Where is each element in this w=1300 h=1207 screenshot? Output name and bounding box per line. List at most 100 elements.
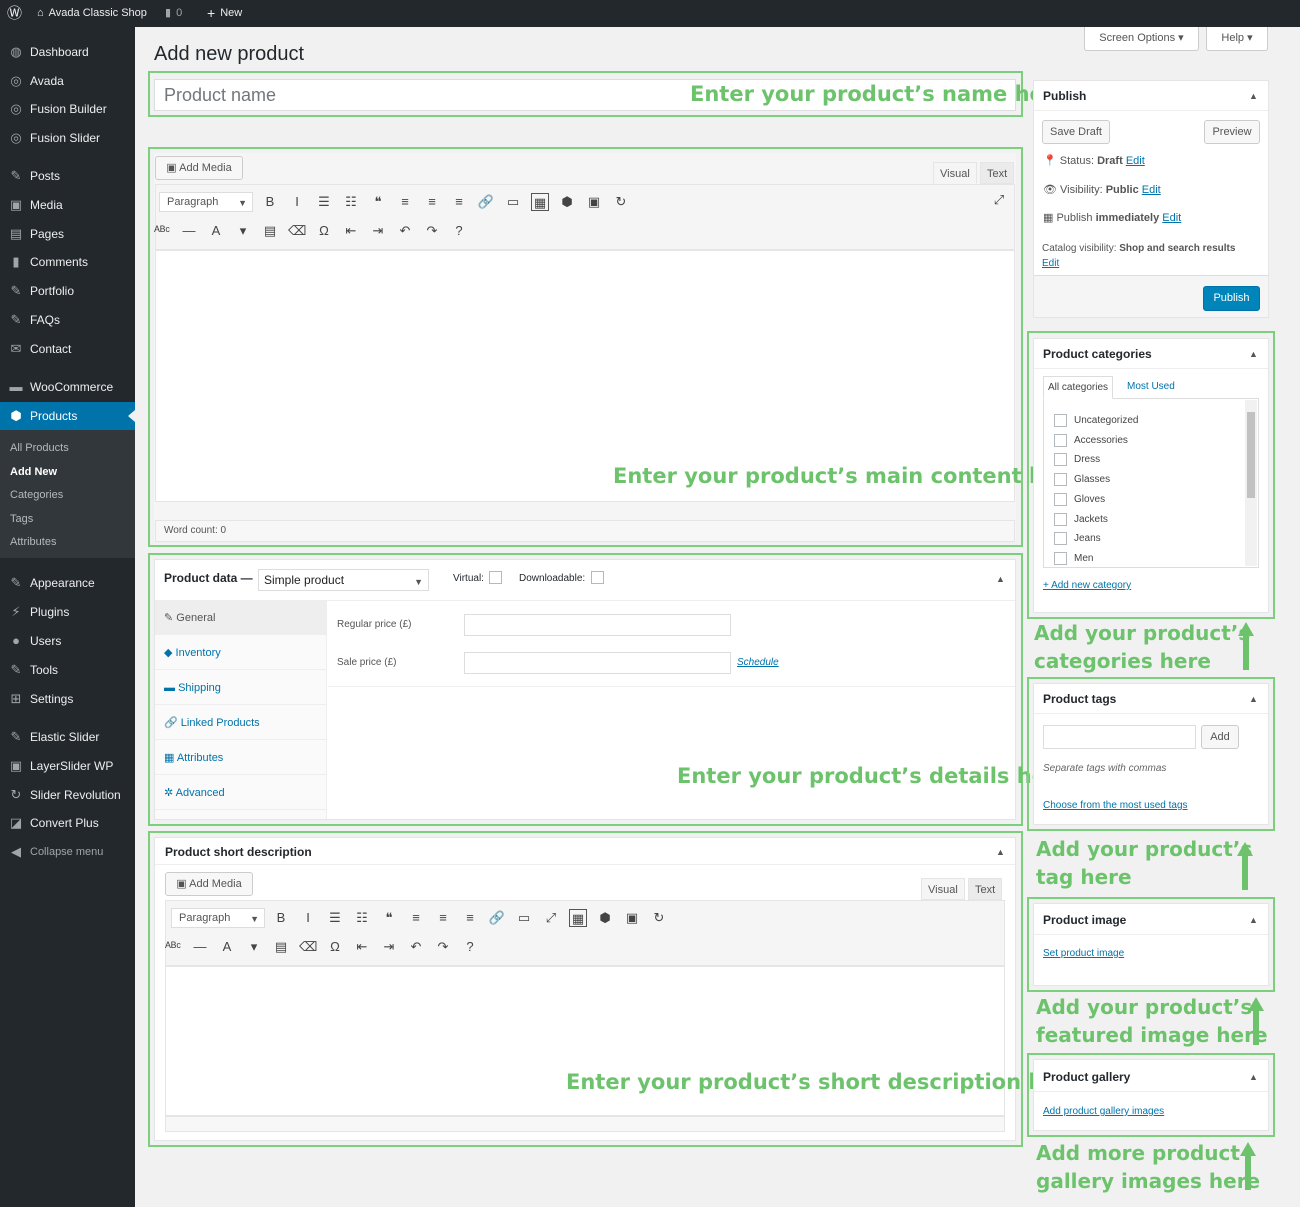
collapse-arrow-icon[interactable]: ▲ <box>1249 915 1258 925</box>
format-select[interactable]: Paragraph ▼ <box>159 192 253 212</box>
fullscreen-icon[interactable]: ⤢ <box>990 191 1008 209</box>
regular-price-input[interactable] <box>464 614 731 636</box>
bold-icon[interactable]: B <box>261 193 279 211</box>
collapse-arrow-icon[interactable]: ▲ <box>1249 349 1258 359</box>
submenu-item-add-new[interactable]: Add New <box>10 462 57 482</box>
tag-input[interactable] <box>1043 725 1196 749</box>
sidebar-item-media[interactable]: ▣ Media <box>0 191 135 219</box>
sidebar-item-products[interactable]: ⬢ Products <box>0 402 135 430</box>
category-checkbox[interactable] <box>1054 512 1067 526</box>
category-checkbox[interactable] <box>1054 433 1067 447</box>
bullet-list-icon[interactable]: ☰ <box>315 193 333 211</box>
text-color-icon[interactable]: A <box>218 938 236 956</box>
numbered-list-icon[interactable]: ☷ <box>353 909 371 927</box>
align-right-icon[interactable]: ≡ <box>461 909 479 927</box>
horizontal-line-icon[interactable]: — <box>191 938 209 956</box>
edit-catalog-link[interactable]: Edit <box>1042 258 1059 269</box>
tab-advanced[interactable]: ✲ Advanced <box>155 776 327 810</box>
category-checkbox[interactable] <box>1054 492 1067 506</box>
wordpress-logo-icon[interactable]: Ⓦ <box>7 0 22 27</box>
outdent-icon[interactable]: ⇤ <box>342 222 360 240</box>
sidebar-item-fusion-builder[interactable]: ◎ Fusion Builder <box>0 95 135 123</box>
fullscreen-icon[interactable]: ⤢ <box>542 909 560 927</box>
undo-icon[interactable]: ↶ <box>407 938 425 956</box>
refresh-icon[interactable]: ↻ <box>650 909 668 927</box>
slider-icon[interactable]: ▣ <box>623 909 641 927</box>
toolbar-toggle-icon[interactable]: ▦ <box>569 909 587 927</box>
italic-icon[interactable]: I <box>299 909 317 927</box>
tab-inventory[interactable]: ◆ Inventory <box>155 636 327 670</box>
shortcode-icon[interactable]: ⬢ <box>596 909 614 927</box>
choose-tags-link[interactable]: Choose from the most used tags <box>1043 800 1188 811</box>
tab-text[interactable]: Text <box>980 162 1015 184</box>
caret-down-icon[interactable]: ▾ <box>234 222 252 240</box>
submenu-item-categories[interactable]: Categories <box>10 485 63 505</box>
sidebar-item-elastic-slider[interactable]: ✎ Elastic Slider <box>0 723 135 751</box>
toolbar-toggle-icon[interactable]: ▦ <box>531 193 549 211</box>
set-product-image-link[interactable]: Set product image <box>1043 948 1124 959</box>
numbered-list-icon[interactable]: ☷ <box>342 193 360 211</box>
strikethrough-icon[interactable]: ᴬᴮᶜ <box>164 938 182 956</box>
redo-icon[interactable]: ↷ <box>434 938 452 956</box>
virtual-checkbox[interactable] <box>489 571 502 584</box>
save-draft-button[interactable]: Save Draft <box>1042 120 1110 144</box>
read-more-icon[interactable]: ▭ <box>515 909 533 927</box>
edit-schedule-link[interactable]: Edit <box>1162 212 1181 224</box>
help-button[interactable]: Help ▾ <box>1206 27 1268 51</box>
align-center-icon[interactable]: ≡ <box>423 193 441 211</box>
blockquote-icon[interactable]: ❝ <box>369 193 387 211</box>
add-media-button[interactable]: ▣ Add Media <box>155 156 243 180</box>
sidebar-item-avada[interactable]: ◎ Avada <box>0 67 135 95</box>
category-checkbox[interactable] <box>1054 414 1067 427</box>
add-new-category-link[interactable]: + Add new category <box>1043 580 1131 591</box>
submenu-item-attributes[interactable]: Attributes <box>10 532 56 552</box>
site-link[interactable]: ⌂ Avada Classic Shop <box>37 0 147 27</box>
sidebar-item-posts[interactable]: ✎ Posts <box>0 162 135 190</box>
category-checkbox[interactable] <box>1054 532 1067 546</box>
tab-most-used[interactable]: Most Used <box>1127 381 1175 392</box>
tab-visual[interactable]: Visual <box>921 878 965 900</box>
indent-icon[interactable]: ⇥ <box>380 938 398 956</box>
collapse-arrow-icon[interactable]: ▲ <box>996 574 1005 584</box>
collapse-arrow-icon[interactable]: ▲ <box>996 847 1005 857</box>
blockquote-icon[interactable]: ❝ <box>380 909 398 927</box>
sidebar-item-collapse-menu[interactable]: ◀ Collapse menu <box>0 838 135 866</box>
add-media-button[interactable]: ▣ Add Media <box>165 872 253 896</box>
collapse-arrow-icon[interactable]: ▲ <box>1249 1072 1258 1082</box>
downloadable-checkbox[interactable] <box>591 571 604 584</box>
submenu-item-all-products[interactable]: All Products <box>10 438 69 458</box>
product-type-select[interactable]: Simple product ▼ <box>258 569 429 591</box>
collapse-arrow-icon[interactable]: ▲ <box>1249 91 1258 101</box>
caret-down-icon[interactable]: ▾ <box>245 938 263 956</box>
help-icon[interactable]: ? <box>450 222 468 240</box>
slider-icon[interactable]: ▣ <box>585 193 603 211</box>
category-scrollbar[interactable] <box>1245 400 1257 566</box>
link-icon[interactable]: 🔗 <box>488 909 506 927</box>
comments-link[interactable]: ▮ 0 <box>165 0 182 27</box>
undo-icon[interactable]: ↶ <box>396 222 414 240</box>
sidebar-item-tools[interactable]: ✎ Tools <box>0 656 135 684</box>
clear-formatting-icon[interactable]: ⌫ <box>288 222 306 240</box>
special-character-icon[interactable]: Ω <box>326 938 344 956</box>
publish-button[interactable]: Publish <box>1203 286 1260 311</box>
sidebar-item-convert-plus[interactable]: ◪ Convert Plus <box>0 809 135 837</box>
sidebar-item-portfolio[interactable]: ✎ Portfolio <box>0 277 135 305</box>
text-color-icon[interactable]: A <box>207 222 225 240</box>
category-checkbox[interactable] <box>1054 473 1067 487</box>
align-center-icon[interactable]: ≡ <box>434 909 452 927</box>
sidebar-item-settings[interactable]: ⊞ Settings <box>0 685 135 713</box>
align-left-icon[interactable]: ≡ <box>396 193 414 211</box>
tab-shipping[interactable]: ▬ Shipping <box>155 671 327 705</box>
outdent-icon[interactable]: ⇤ <box>353 938 371 956</box>
tab-text[interactable]: Text <box>968 878 1003 900</box>
category-checkbox[interactable] <box>1054 551 1067 565</box>
bullet-list-icon[interactable]: ☰ <box>326 909 344 927</box>
tab-all-categories[interactable]: All categories <box>1043 376 1114 399</box>
indent-icon[interactable]: ⇥ <box>369 222 387 240</box>
link-icon[interactable]: 🔗 <box>477 193 495 211</box>
align-left-icon[interactable]: ≡ <box>407 909 425 927</box>
sidebar-item-slider-revolution[interactable]: ↻ Slider Revolution <box>0 781 135 809</box>
add-tag-button[interactable]: Add <box>1201 725 1239 749</box>
category-checkbox[interactable] <box>1054 453 1067 467</box>
screen-options-button[interactable]: Screen Options ▾ <box>1084 27 1199 51</box>
